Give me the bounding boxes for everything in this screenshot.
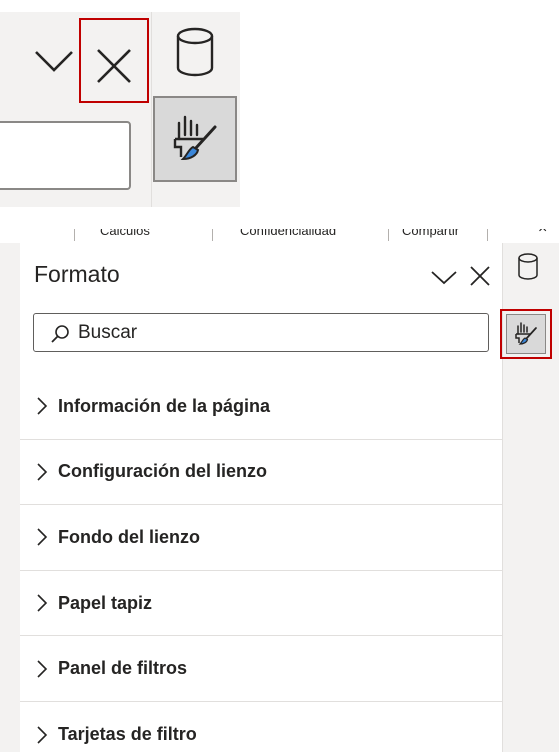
section-tarjetas-filtro[interactable]: Tarjetas de filtro xyxy=(20,702,502,752)
chevron-right-icon xyxy=(37,528,48,547)
chevron-right-icon xyxy=(37,594,48,612)
data-cylinder-icon[interactable] xyxy=(517,253,539,281)
tab-calculos[interactable]: Cálculos xyxy=(100,229,150,238)
close-button-highlight[interactable] xyxy=(79,18,149,103)
tab-separator xyxy=(388,229,389,241)
section-fondo-lienzo[interactable]: Fondo del lienzo xyxy=(20,505,502,571)
cylinder-icon[interactable] xyxy=(174,26,216,78)
chevron-right-icon xyxy=(37,463,48,481)
collapse-pane-chevron-icon[interactable] xyxy=(430,269,458,285)
section-label: Información de la página xyxy=(58,395,271,416)
format-paintbrush-icon xyxy=(515,322,537,345)
zoom-top-strip xyxy=(0,0,240,12)
tab-separator xyxy=(487,229,488,241)
section-papel-tapiz[interactable]: Papel tapiz xyxy=(20,571,502,637)
zoom-divider xyxy=(151,12,152,207)
section-label: Tarjetas de filtro xyxy=(58,724,197,745)
search-icon xyxy=(51,325,69,343)
section-informacion-pagina[interactable]: Información de la página xyxy=(20,374,502,440)
format-pane-screenshot: Cálculos Confidencialidad Compartir × Fo… xyxy=(0,229,559,752)
tab-separator xyxy=(74,229,75,241)
chevron-right-icon xyxy=(37,726,48,744)
format-visual-button[interactable] xyxy=(506,314,546,354)
chevron-right-icon xyxy=(37,397,48,415)
tab-separator xyxy=(212,229,213,241)
section-configuracion-lienzo[interactable]: Configuración del lienzo xyxy=(20,440,502,506)
ribbon-tab-strip: Cálculos Confidencialidad Compartir × xyxy=(0,229,559,243)
search-box[interactable] xyxy=(33,313,489,352)
close-pane-icon[interactable] xyxy=(469,265,491,287)
close-icon[interactable] xyxy=(95,47,133,85)
section-label: Papel tapiz xyxy=(58,592,153,613)
tab-compartir[interactable]: Compartir xyxy=(402,229,459,238)
section-label: Fondo del lienzo xyxy=(58,526,200,547)
zoomed-toolbar-crop xyxy=(0,0,240,207)
format-visual-button[interactable] xyxy=(153,96,237,182)
format-visual-button-highlight[interactable] xyxy=(500,309,552,359)
chevron-down-icon[interactable] xyxy=(32,42,76,78)
section-panel-filtros[interactable]: Panel de filtros xyxy=(20,636,502,702)
format-paintbrush-icon xyxy=(173,115,217,161)
tab-close-icon[interactable]: × xyxy=(538,229,547,238)
section-label: Configuración del lienzo xyxy=(58,461,268,482)
pane-title: Formato xyxy=(34,261,120,287)
format-sections-list: Información de la página Configuración d… xyxy=(20,374,502,752)
search-input[interactable] xyxy=(78,320,478,346)
section-label: Panel de filtros xyxy=(58,658,188,679)
zoom-input-field[interactable] xyxy=(0,121,131,190)
left-gutter xyxy=(0,243,20,752)
tab-confidencialidad[interactable]: Confidencialidad xyxy=(240,229,336,238)
chevron-right-icon xyxy=(37,660,48,678)
